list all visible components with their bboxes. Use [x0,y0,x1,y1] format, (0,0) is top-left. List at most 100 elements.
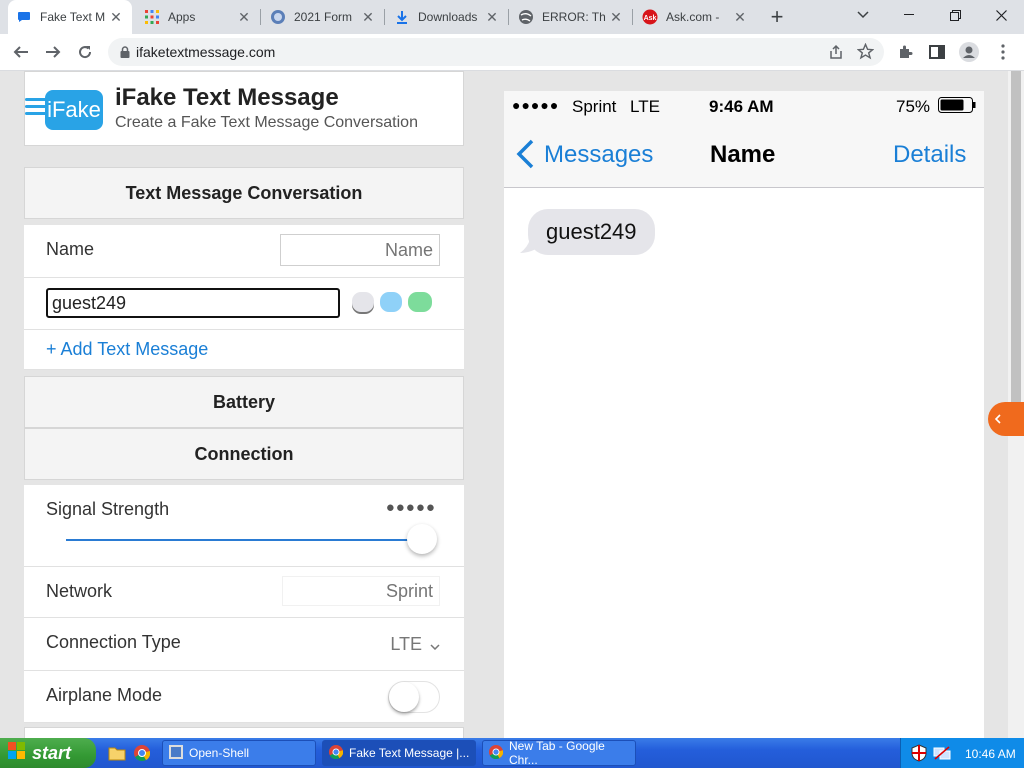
tab-title: Downloads [418,10,478,24]
tab-separator [508,9,509,25]
phone-battery-percent: 75% [896,97,931,116]
tab-downloads[interactable]: Downloads ✕ [386,0,508,34]
connection-type-value: LTE [390,633,422,654]
chrome-icon[interactable] [134,745,151,766]
apps-grid-icon [144,9,160,25]
chevron-down-icon[interactable] [840,0,886,30]
page-viewport: iFake iFake Text Message Create a Fake T… [0,71,1024,738]
connection-type-row: Connection Type LTE [24,618,464,671]
reload-icon[interactable] [72,39,98,65]
close-icon[interactable]: ✕ [732,9,748,26]
connection-type-label: Connection Type [46,632,181,652]
hamburger-menu-icon[interactable] [25,98,47,119]
globe-icon [518,9,534,25]
folder-icon[interactable] [108,745,126,766]
tab-2021-form[interactable]: 2021 Form ✕ [262,0,384,34]
phone-network: LTE [630,97,660,116]
section-battery-header[interactable]: Battery [24,376,464,428]
tab-separator [384,9,385,25]
tab-ask[interactable]: Ask Ask.com - ✕ [634,0,756,34]
scrollbar-thumb[interactable] [1011,71,1021,416]
received-message-bubble: guest249 [528,209,655,255]
kebab-menu-icon[interactable] [990,39,1016,65]
tab-title: 2021 Form [294,10,353,24]
chrome-icon [329,744,344,762]
star-icon[interactable] [856,42,875,65]
tab-strip: Fake Text M ✕ Apps ✕ 2021 Form ✕ Downloa… [0,0,1024,34]
side-toggle-tab[interactable] [988,402,1024,436]
side-panel-icon[interactable] [924,39,950,65]
phone-preview: ●●●●● Sprint LTE 9:46 AM 75% Messages Na… [504,91,984,738]
name-row: Name [24,225,464,278]
lock-icon[interactable] [120,46,130,58]
brand-title: iFake Text Message [115,84,339,111]
brand-header: iFake iFake Text Message Create a Fake T… [24,71,464,146]
security-shield-icon[interactable] [911,744,927,765]
signal-dots: ●●●●● [385,499,436,516]
new-tab-button[interactable]: + [764,4,790,30]
profile-avatar-icon[interactable] [956,39,982,65]
connection-type-select[interactable]: LTE [290,629,440,659]
chrome-icon [489,744,504,762]
next-section-header[interactable] [24,727,464,738]
phone-signal-dots: ●●●●● [512,97,560,113]
airplane-mode-row: Airplane Mode [24,671,464,723]
close-window-button[interactable] [978,0,1024,30]
add-message-row: + Add Text Message [24,330,464,370]
bubble-text: guest249 [546,219,637,244]
url-text: ifaketextmessage.com [136,44,276,60]
taskbar-item-new-tab[interactable]: New Tab - Google Chr... [482,739,636,767]
close-icon[interactable]: ✕ [484,9,500,26]
tab-title: Ask.com - [666,10,720,24]
taskbar-item-label: Open-Shell [189,746,250,760]
close-icon[interactable]: ✕ [236,9,252,26]
message-text-input[interactable] [46,288,340,318]
signal-slider-thumb[interactable] [407,524,437,554]
taskbar-item-open-shell[interactable]: Open-Shell [162,740,316,766]
blue-bubble-color-option[interactable] [380,292,402,312]
name-input[interactable] [280,234,440,266]
close-icon[interactable]: ✕ [108,9,124,26]
messages-back-link: Messages [544,141,654,168]
forward-arrow-icon[interactable] [40,39,66,65]
taskbar-item-label: New Tab - Google Chr... [509,739,605,767]
green-bubble-color-option[interactable] [408,292,432,312]
taskbar-item-label: Fake Text Message |... [349,746,470,760]
extensions-icon[interactable] [892,39,918,65]
tab-fake-text[interactable]: Fake Text M ✕ [8,0,132,34]
conversation-title: Name [710,141,776,168]
phone-status-bar: ●●●●● Sprint LTE 9:46 AM 75% [504,91,984,121]
taskbar-item-fake-text-message[interactable]: Fake Text Message |... [322,740,476,766]
details-link: Details [893,141,967,168]
minimize-button[interactable] [886,0,932,30]
add-text-message-link[interactable]: + Add Text Message [46,339,208,360]
windows-taskbar: start Open-Shell Fake Text Message |... … [0,738,1024,768]
share-icon[interactable] [828,44,844,65]
start-label: start [32,742,72,763]
airplane-mode-toggle[interactable] [388,681,440,713]
address-bar[interactable]: ifaketextmessage.com [108,38,884,66]
tab-error[interactable]: ERROR: Th ✕ [510,0,632,34]
signal-strength-label: Signal Strength [46,499,170,519]
close-icon[interactable]: ✕ [360,9,376,26]
browser-toolbar: ifaketextmessage.com [0,34,1024,71]
section-connection-header[interactable]: Connection [24,428,464,480]
restore-button[interactable] [932,0,978,30]
close-icon[interactable]: ✕ [608,9,624,26]
phone-nav-bar: Messages Name Details [504,121,984,188]
network-status-icon[interactable] [933,745,951,764]
signal-slider-track[interactable] [66,524,437,554]
tab-separator [260,9,261,25]
network-input[interactable] [282,576,440,606]
chat-bubble-icon [16,9,32,25]
network-row: Network [24,567,464,618]
tab-apps[interactable]: Apps ✕ [136,0,260,34]
bubble-tail-icon [520,239,536,258]
start-button[interactable]: start [0,738,96,768]
windows-logo-icon [8,741,26,765]
section-conversation-header[interactable]: Text Message Conversation [24,167,464,219]
gray-bubble-color-option[interactable] [352,292,374,312]
toggle-knob [389,682,419,712]
back-arrow-icon[interactable] [8,39,34,65]
tab-separator [632,9,633,25]
